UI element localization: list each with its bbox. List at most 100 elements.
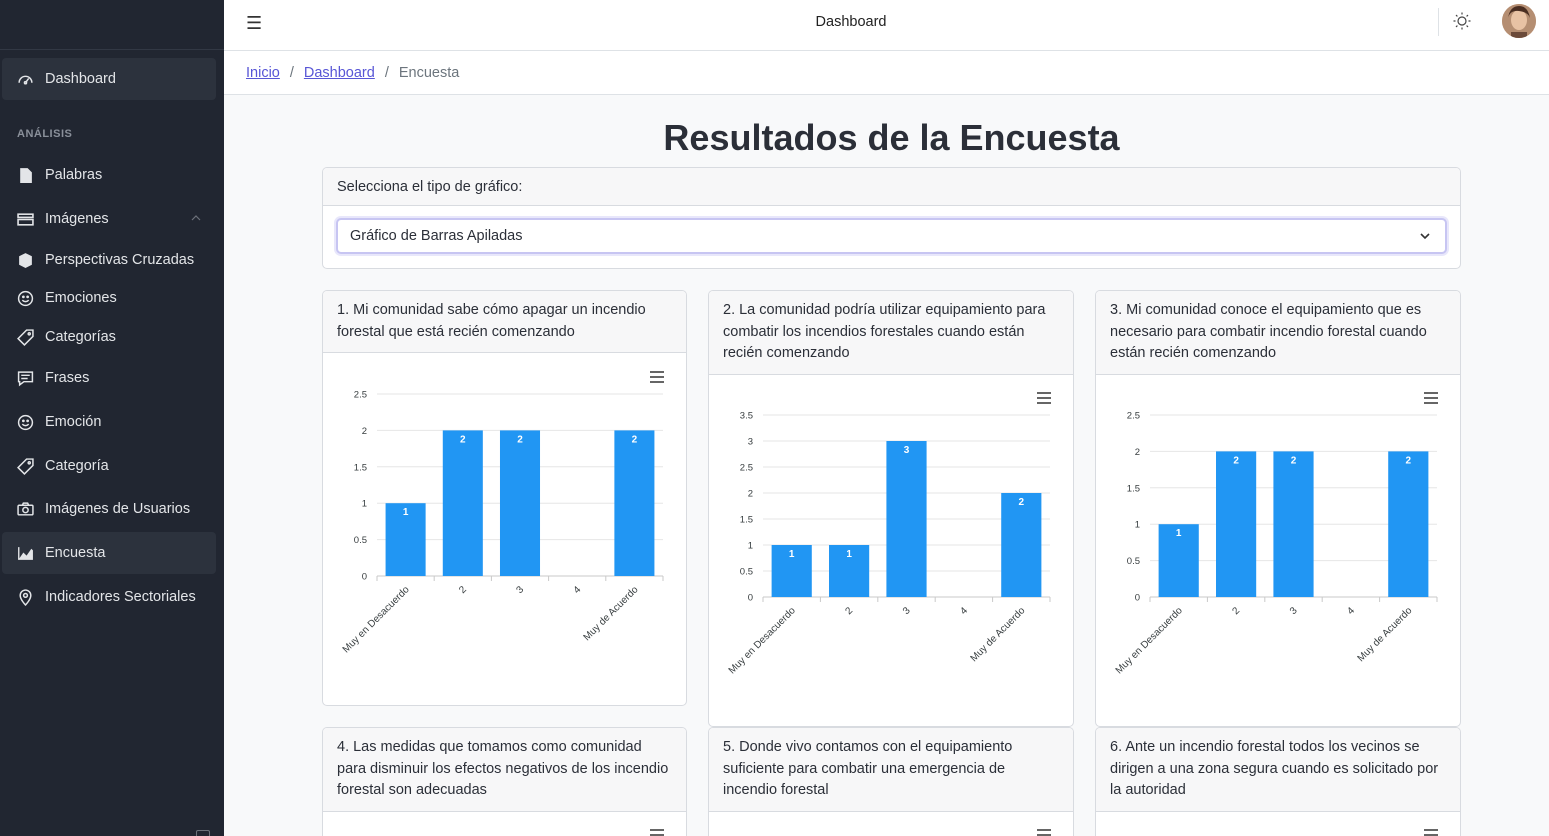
sidebar-item-perspectivas-cruzadas[interactable]: Perspectivas Cruzadas [2,239,216,281]
sun-icon[interactable] [1452,11,1472,31]
y-tick-label: 1.5 [740,515,753,526]
chart-type-selected-value: Gráfico de Barras Apiladas [350,228,523,244]
chevron-up-icon [191,215,201,221]
y-tick-label: 1 [1135,520,1140,531]
data-label: 1 [1176,528,1182,539]
y-tick-label: 2.5 [740,463,753,474]
bar [1216,451,1257,597]
sidebar-item-imagenes[interactable]: Imágenes [2,198,216,240]
chart-menu-icon[interactable] [1424,829,1438,836]
breadcrumb-link-dashboard[interactable]: Dashboard [304,65,375,81]
speech-bubble-icon [17,370,34,387]
sidebar-item-imagenes-de-usuarios[interactable]: Imágenes de Usuarios [2,488,216,530]
question-card-6: 6. Ante un incendio forestal todos los v… [1095,727,1461,836]
page-title: Resultados de la Encuesta [663,117,1120,158]
data-label: 1 [403,507,409,518]
sidebar-item-frases[interactable]: Frases [2,357,216,399]
sidebar-item-encuesta[interactable]: Encuesta [2,532,216,574]
sidebar-brand [0,0,224,50]
question-card-3: 3. Mi comunidad conoce el equipamiento q… [1095,290,1461,727]
question-title: 1. Mi comunidad sabe cómo apagar un ince… [323,291,686,353]
area-chart-icon [17,545,34,562]
bar [499,430,541,576]
x-tick-label: 4 [958,605,970,617]
camera-icon [17,501,34,518]
sidebar-item-label: Imágenes [45,211,109,227]
data-label: 2 [1291,455,1297,466]
bar [1388,451,1429,597]
sidebar-item-palabras[interactable]: Palabras [2,154,216,196]
breadcrumb-separator: / [384,64,389,81]
x-tick-label: Muy en Desacuerdo [727,605,798,676]
chevron-down-icon [1420,233,1430,240]
chart-type-card: Selecciona el tipo de gráfico: Gráfico d… [322,167,1461,269]
sidebar-item-label: Encuesta [45,545,106,561]
bar [1273,451,1314,597]
tag-icon [17,457,34,475]
bar-chart-1: 0 0.5 1 1.5 2 2.5 1 Muy en Desacuerdo 2 2 2 3 4 2 Muy … [341,390,664,655]
location-pin-icon [17,588,34,606]
speedometer-icon [17,71,34,88]
sidebar-item-label: Dashboard [45,71,116,87]
y-tick-label: 2 [362,426,367,437]
y-tick-label: 0.5 [354,535,367,546]
bar [886,441,927,597]
sidebar-item-dashboard[interactable]: Dashboard [2,58,216,100]
sidebar: Dashboard ANÁLISIS Palabras Imágenes Per… [0,0,224,836]
chart-menu-icon[interactable] [650,829,664,836]
breadcrumb: Inicio / Dashboard / Encuesta [224,51,1549,95]
y-tick-label: 2 [748,489,753,500]
y-tick-label: 0.5 [1127,556,1140,567]
y-tick-label: 0 [362,572,367,583]
breadcrumb-current: Encuesta [398,64,460,81]
question-title: 3. Mi comunidad conoce el equipamiento q… [1096,291,1460,375]
x-tick-label: 3 [901,605,913,617]
sidebar-item-emociones[interactable]: Emociones [2,277,216,319]
sidebar-toggler[interactable] [196,830,210,836]
y-tick-label: 2 [1135,447,1140,458]
y-tick-label: 1 [362,499,367,510]
smile-icon [17,290,34,307]
avatar[interactable] [1502,4,1536,38]
header-divider [1438,8,1439,36]
y-tick-label: 0.5 [740,567,753,578]
breadcrumb-link-inicio[interactable]: Inicio [246,65,280,81]
sidebar-item-categoria[interactable]: Categoría [2,445,216,487]
data-label: 2 [517,434,523,445]
x-tick-label: Muy en Desacuerdo [341,584,412,655]
sidebar-item-categorias[interactable]: Categorías [2,316,216,358]
bar [442,430,483,576]
breadcrumb-separator: / [289,64,294,81]
x-tick-label: 4 [1345,605,1357,617]
y-tick-label: 0 [748,593,753,604]
x-tick-label: 4 [572,584,584,596]
y-tick-label: 3 [748,437,753,448]
data-label: 2 [632,434,638,445]
document-icon [17,167,34,184]
question-card-1: 1. Mi comunidad sabe cómo apagar un ince… [322,290,687,706]
data-label: 2 [460,434,466,445]
x-tick-label: Muy de Acuerdo [969,605,1028,664]
data-label: 1 [846,549,852,560]
y-tick-label: 2.5 [1127,411,1140,422]
sidebar-item-indicadores-sectoriales[interactable]: Indicadores Sectoriales [2,576,216,618]
bar [614,430,655,576]
layers-icon [17,211,34,228]
y-tick-label: 1.5 [1127,483,1140,494]
x-tick-label: Muy de Acuerdo [582,584,641,643]
x-tick-label: 2 [844,605,856,617]
sidebar-item-label: Indicadores Sectoriales [45,589,196,605]
data-label: 2 [1019,497,1025,508]
chart-type-select[interactable]: Gráfico de Barras Apiladas [336,218,1447,254]
sidebar-item-emocion[interactable]: Emoción [2,401,216,443]
sidebar-item-label: Imágenes de Usuarios [45,501,191,517]
sidebar-section-title: ANÁLISIS [17,128,73,140]
cube-icon [17,252,34,269]
chart-menu-icon[interactable] [1037,829,1051,836]
data-label: 3 [904,445,910,456]
x-tick-label: Muy en Desacuerdo [1114,605,1185,676]
chart-type-label: Selecciona el tipo de gráfico: [323,168,1460,206]
x-tick-label: 3 [514,584,526,596]
x-tick-label: 2 [1231,605,1243,617]
y-tick-label: 1 [748,541,753,552]
